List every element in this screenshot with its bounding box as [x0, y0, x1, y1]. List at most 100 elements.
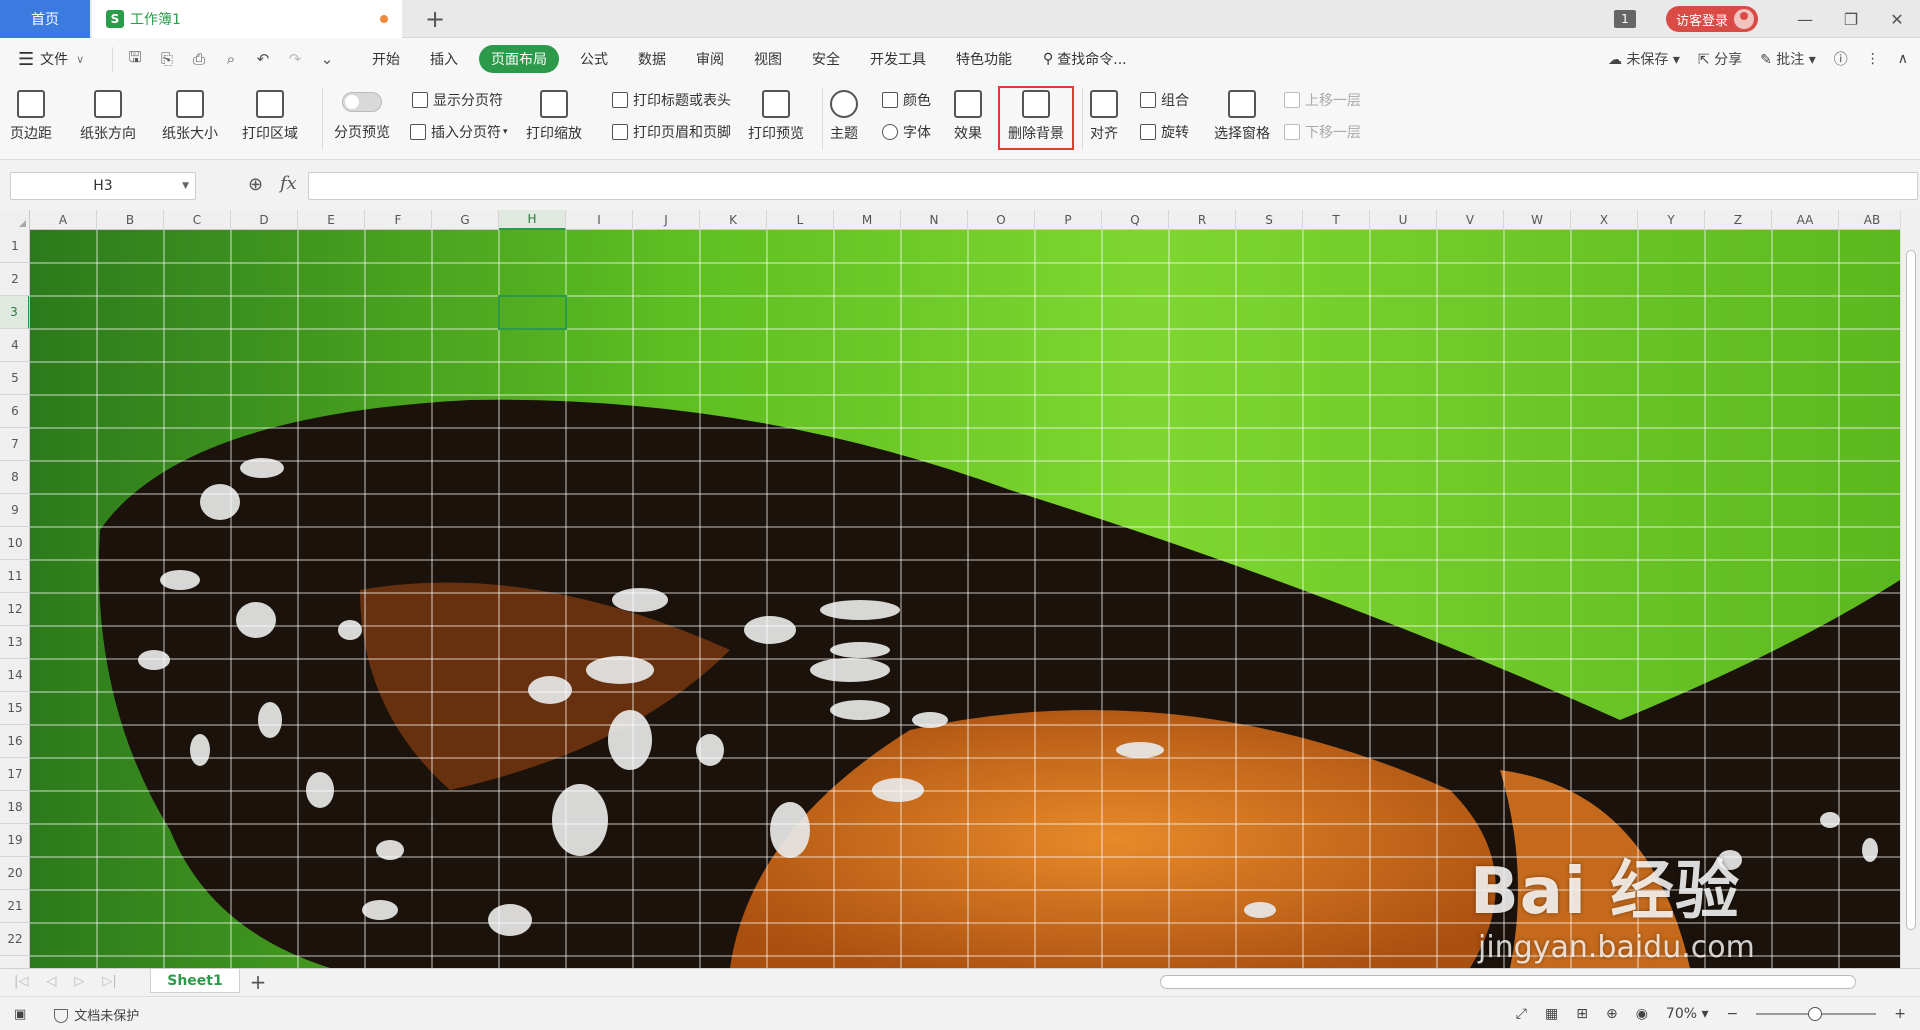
- share-button[interactable]: ⇱ 分享: [1698, 49, 1742, 69]
- column-header-M[interactable]: M: [834, 210, 901, 230]
- column-header-U[interactable]: U: [1370, 210, 1437, 230]
- column-header-Y[interactable]: Y: [1638, 210, 1705, 230]
- show-page-breaks-checkbox[interactable]: 显示分页符: [412, 90, 503, 110]
- unsaved-button[interactable]: ☁ 未保存 ▾: [1608, 49, 1680, 69]
- add-sheet-button[interactable]: +: [244, 969, 272, 995]
- zoom-slider[interactable]: [1756, 1007, 1877, 1021]
- column-header-Q[interactable]: Q: [1102, 210, 1169, 230]
- row-header-2[interactable]: 2: [0, 263, 29, 296]
- column-header-L[interactable]: L: [767, 210, 834, 230]
- selected-cell[interactable]: [498, 295, 567, 330]
- column-header-AA[interactable]: AA: [1772, 210, 1839, 230]
- zoom-slider-knob[interactable]: [1808, 1007, 1823, 1021]
- tab-special-features[interactable]: 特色功能: [941, 45, 1027, 73]
- sheet-tab-sheet1[interactable]: Sheet1: [150, 969, 240, 993]
- prev-sheet-icon[interactable]: ◁: [46, 974, 56, 989]
- minimize-icon[interactable]: —: [1782, 0, 1828, 38]
- collapse-ribbon-icon[interactable]: ∧: [1898, 51, 1908, 67]
- page-break-preview-toggle[interactable]: 分页预览: [334, 92, 390, 142]
- column-header-P[interactable]: P: [1035, 210, 1102, 230]
- print-preview-icon[interactable]: ⌕: [217, 50, 245, 68]
- row-header-4[interactable]: 4: [0, 329, 29, 362]
- more-icon[interactable]: ⋮: [1866, 51, 1880, 67]
- print-scaling-button[interactable]: 打印缩放: [526, 90, 582, 143]
- column-header-F[interactable]: F: [365, 210, 432, 230]
- file-menu[interactable]: ☰ 文件 ∨: [0, 49, 100, 70]
- fonts-button[interactable]: 字体: [882, 122, 931, 142]
- tab-page-layout[interactable]: 页面布局: [479, 45, 559, 73]
- row-header-1[interactable]: 1: [0, 230, 29, 263]
- print-area-button[interactable]: 打印区域: [242, 90, 298, 143]
- row-header-20[interactable]: 20: [0, 857, 29, 890]
- row-header-7[interactable]: 7: [0, 428, 29, 461]
- tab-home-start[interactable]: 开始: [357, 45, 415, 73]
- sheet-status-icon[interactable]: ▣: [14, 1007, 26, 1022]
- row-header-10[interactable]: 10: [0, 527, 29, 560]
- column-header-AB[interactable]: AB: [1839, 210, 1906, 230]
- selection-pane-button[interactable]: 选择窗格: [1214, 90, 1270, 143]
- reading-mode-icon[interactable]: ⊕: [1606, 1006, 1618, 1022]
- tab-workbook[interactable]: S 工作簿1: [92, 0, 402, 38]
- row-header-9[interactable]: 9: [0, 494, 29, 527]
- theme-button[interactable]: 主题: [830, 90, 858, 143]
- column-header-N[interactable]: N: [901, 210, 968, 230]
- command-search[interactable]: ⚲ 查找命令...: [1027, 49, 1127, 69]
- effects-button[interactable]: 效果: [954, 90, 982, 143]
- margins-button[interactable]: 页边距: [10, 90, 52, 143]
- print-titles-button[interactable]: 打印标题或表头: [612, 90, 731, 110]
- tab-review[interactable]: 审阅: [681, 45, 739, 73]
- tab-formulas[interactable]: 公式: [565, 45, 623, 73]
- page-break-view-icon[interactable]: ⊞: [1576, 1006, 1588, 1022]
- insert-page-break-button[interactable]: 插入分页符 ▾: [410, 122, 508, 142]
- next-sheet-icon[interactable]: ▷: [74, 974, 84, 989]
- close-icon[interactable]: ✕: [1874, 0, 1920, 38]
- row-header-14[interactable]: 14: [0, 659, 29, 692]
- row-header-15[interactable]: 15: [0, 692, 29, 725]
- customize-icon[interactable]: ⌄: [313, 50, 341, 68]
- tab-security[interactable]: 安全: [797, 45, 855, 73]
- zoom-in-icon[interactable]: +: [1894, 1006, 1906, 1022]
- rotate-button[interactable]: 旋转: [1140, 122, 1189, 142]
- print-icon[interactable]: ⎙: [185, 50, 213, 68]
- column-header-Z[interactable]: Z: [1705, 210, 1772, 230]
- zoom-out-icon[interactable]: −: [1727, 1006, 1739, 1022]
- undo-icon[interactable]: ↶: [249, 50, 277, 68]
- column-header-G[interactable]: G: [432, 210, 499, 230]
- bring-forward-button[interactable]: 上移一层: [1284, 90, 1361, 110]
- column-header-A[interactable]: A: [30, 210, 97, 230]
- save-icon[interactable]: 🖫: [121, 47, 149, 72]
- vertical-scrollbar[interactable]: [1900, 210, 1920, 968]
- zoom-level[interactable]: 70% ▾: [1666, 1006, 1709, 1022]
- row-header-17[interactable]: 17: [0, 758, 29, 791]
- row-header-22[interactable]: 22: [0, 923, 29, 956]
- group-button[interactable]: 组合: [1140, 90, 1189, 110]
- row-header-21[interactable]: 21: [0, 890, 29, 923]
- tab-data[interactable]: 数据: [623, 45, 681, 73]
- format-painter-icon[interactable]: ⎘: [153, 50, 181, 68]
- name-box[interactable]: H3 ▼: [10, 172, 196, 200]
- help-icon[interactable]: ⓘ: [1834, 49, 1848, 69]
- column-header-X[interactable]: X: [1571, 210, 1638, 230]
- column-header-S[interactable]: S: [1236, 210, 1303, 230]
- function-icon[interactable]: fx: [280, 173, 297, 194]
- zoom-formula-icon[interactable]: ⊕: [248, 174, 263, 195]
- column-header-I[interactable]: I: [566, 210, 633, 230]
- print-preview-button[interactable]: 打印预览: [748, 90, 804, 143]
- row-header-3[interactable]: 3: [0, 296, 29, 329]
- column-header-J[interactable]: J: [633, 210, 700, 230]
- new-tab-button[interactable]: +: [420, 4, 450, 34]
- row-header-5[interactable]: 5: [0, 362, 29, 395]
- column-header-E[interactable]: E: [298, 210, 365, 230]
- row-header-11[interactable]: 11: [0, 560, 29, 593]
- row-header-16[interactable]: 16: [0, 725, 29, 758]
- row-header-12[interactable]: 12: [0, 593, 29, 626]
- column-header-O[interactable]: O: [968, 210, 1035, 230]
- guest-login-button[interactable]: 访客登录: [1665, 6, 1758, 32]
- column-header-D[interactable]: D: [231, 210, 298, 230]
- column-header-V[interactable]: V: [1437, 210, 1504, 230]
- tab-home[interactable]: 首页: [0, 0, 90, 38]
- column-header-T[interactable]: T: [1303, 210, 1370, 230]
- row-header-13[interactable]: 13: [0, 626, 29, 659]
- document-protection-status[interactable]: 文档未保护: [54, 1005, 139, 1024]
- first-sheet-icon[interactable]: |◁: [14, 974, 28, 989]
